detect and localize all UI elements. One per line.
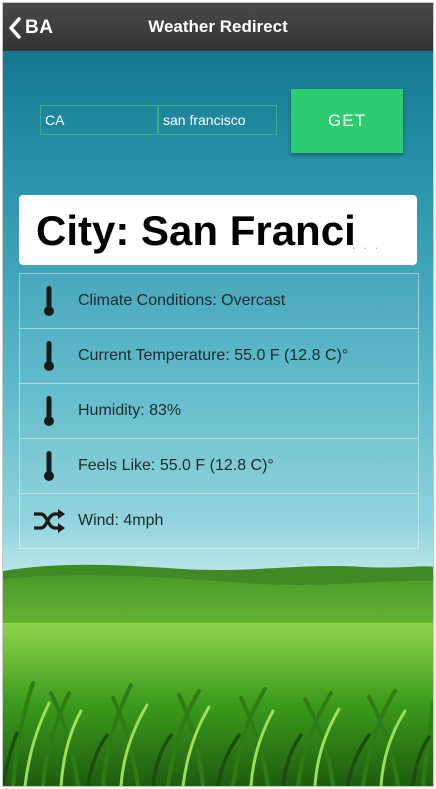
weather-conditions-list: Climate Conditions: Overcast Current Tem… [19, 273, 419, 549]
conditions-label: Climate Conditions: Overcast [78, 292, 286, 309]
list-item: Humidity: 83% [20, 384, 418, 439]
page-title: Weather Redirect [148, 17, 288, 36]
top-bar: BA Weather Redirect [3, 3, 433, 51]
city-input[interactable] [158, 105, 277, 135]
get-button[interactable]: GET [291, 89, 403, 153]
thermometer-icon [20, 340, 78, 372]
humidity-label: Humidity: 83% [78, 402, 182, 419]
state-input[interactable] [40, 105, 158, 135]
shuffle-icon [20, 508, 78, 534]
list-item: Current Temperature: 55.0 F (12.8 C)° [20, 329, 418, 384]
city-title-card: City: San Franci . . . [19, 195, 417, 265]
list-item: Feels Like: 55.0 F (12.8 C)° [20, 439, 418, 494]
wind-label: Wind: 4mph [78, 512, 164, 529]
temperature-label: Current Temperature: 55.0 F (12.8 C)° [78, 347, 349, 364]
truncation-ellipsis: . . . [352, 237, 381, 252]
thermometer-icon [20, 285, 78, 317]
app-screen: BA Weather Redirect GET City: San Franci… [2, 2, 434, 787]
thermometer-icon [20, 450, 78, 482]
grass-landscape-image [3, 564, 433, 786]
list-item: Wind: 4mph [20, 494, 418, 549]
thermometer-icon [20, 395, 78, 427]
list-item: Climate Conditions: Overcast [20, 274, 418, 329]
city-title: City: San Franci [36, 207, 356, 254]
feels-like-label: Feels Like: 55.0 F (12.8 C)° [78, 457, 274, 474]
